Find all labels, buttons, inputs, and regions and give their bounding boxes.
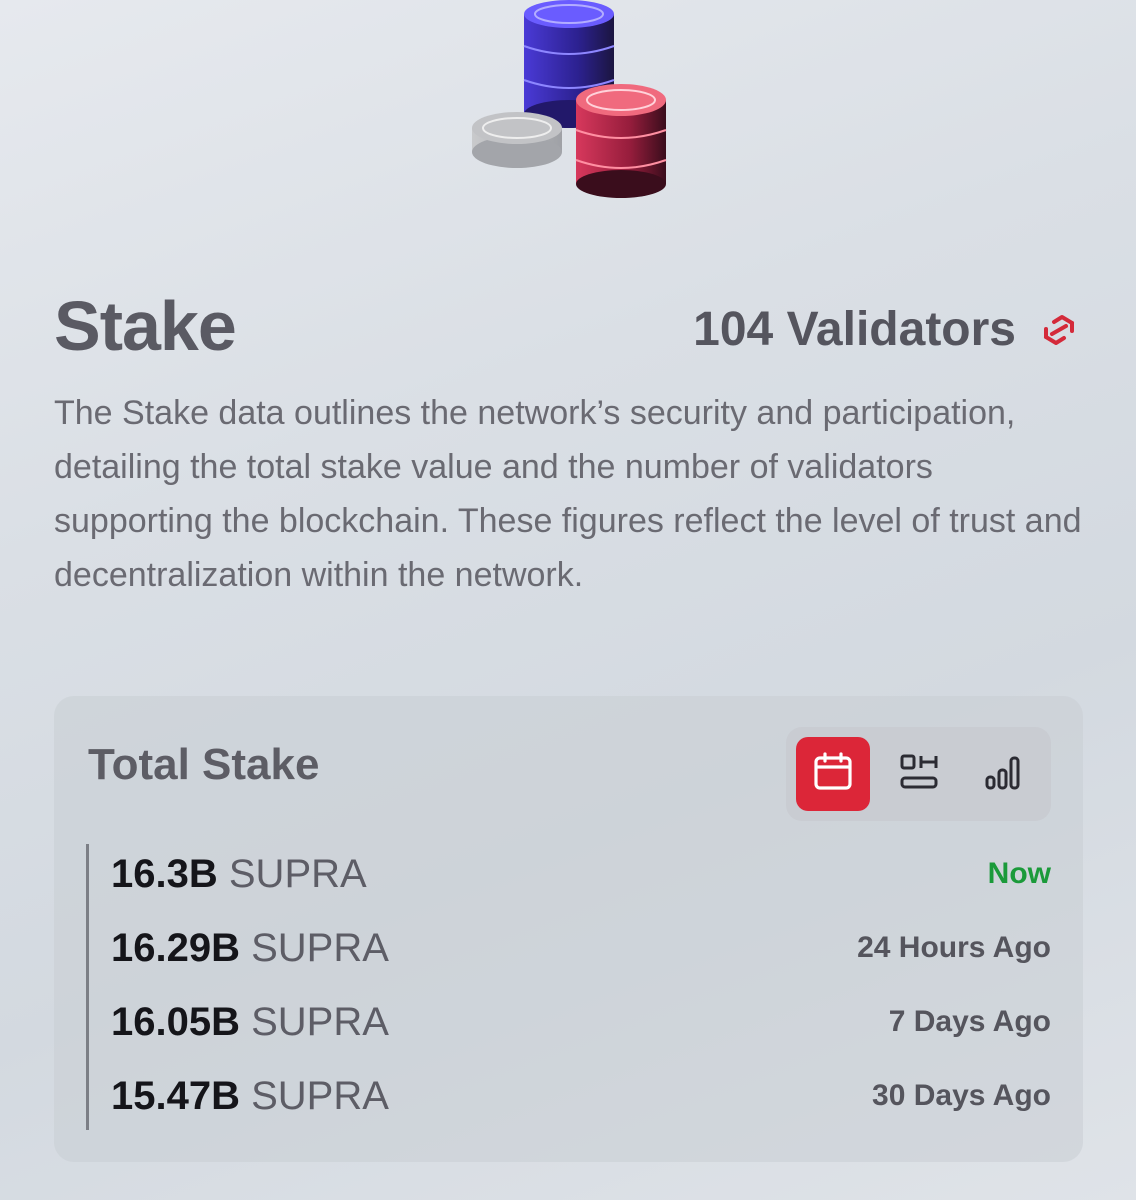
stake-unit: SUPRA bbox=[251, 926, 389, 970]
chart-view-button[interactable] bbox=[967, 737, 1041, 811]
timeline-view-button[interactable] bbox=[882, 737, 956, 811]
stake-history-list: 16.3B SUPRA Now 16.29B SUPRA 24 Hours Ag… bbox=[86, 844, 1051, 1130]
stake-header: Stake 104 Validators bbox=[54, 282, 1082, 372]
timeline-icon bbox=[897, 750, 941, 799]
stake-amount: 15.47B SUPRA bbox=[111, 1074, 389, 1118]
coin-stacks-illustration bbox=[460, 0, 680, 200]
validators-link[interactable]: 104 Validators bbox=[693, 302, 1082, 357]
stake-amount: 16.05B SUPRA bbox=[111, 1000, 389, 1044]
total-stake-card: Total Stake 16.3B SUPRA Now 16.29B SUPRA… bbox=[54, 696, 1083, 1162]
stake-timestamp: 7 Days Ago bbox=[888, 1005, 1051, 1038]
stake-row: 15.47B SUPRA 30 Days Ago bbox=[89, 1066, 1051, 1126]
page-title: Stake bbox=[54, 287, 237, 365]
calendar-view-button[interactable] bbox=[796, 737, 870, 811]
stake-row: 16.05B SUPRA 7 Days Ago bbox=[89, 992, 1051, 1052]
view-toggle bbox=[786, 727, 1051, 821]
stake-row: 16.3B SUPRA Now bbox=[89, 844, 1051, 904]
stake-amount: 16.3B SUPRA bbox=[111, 852, 367, 896]
stake-description: The Stake data outlines the network’s se… bbox=[54, 394, 1082, 594]
stake-row: 16.29B SUPRA 24 Hours Ago bbox=[89, 918, 1051, 978]
bar-chart-icon bbox=[982, 750, 1026, 799]
stake-unit: SUPRA bbox=[228, 852, 367, 896]
stake-timestamp: 30 Days Ago bbox=[872, 1079, 1051, 1112]
stake-timestamp: Now bbox=[987, 857, 1051, 890]
card-title: Total Stake bbox=[88, 740, 320, 789]
calendar-icon bbox=[811, 750, 855, 799]
stake-timestamp: 24 Hours Ago bbox=[857, 931, 1051, 964]
external-link-icon bbox=[1036, 307, 1082, 353]
validators-count: 104 Validators bbox=[693, 303, 1016, 356]
stake-unit: SUPRA bbox=[251, 1074, 389, 1118]
stake-amount: 16.29B SUPRA bbox=[111, 926, 389, 970]
stake-unit: SUPRA bbox=[251, 1000, 389, 1044]
